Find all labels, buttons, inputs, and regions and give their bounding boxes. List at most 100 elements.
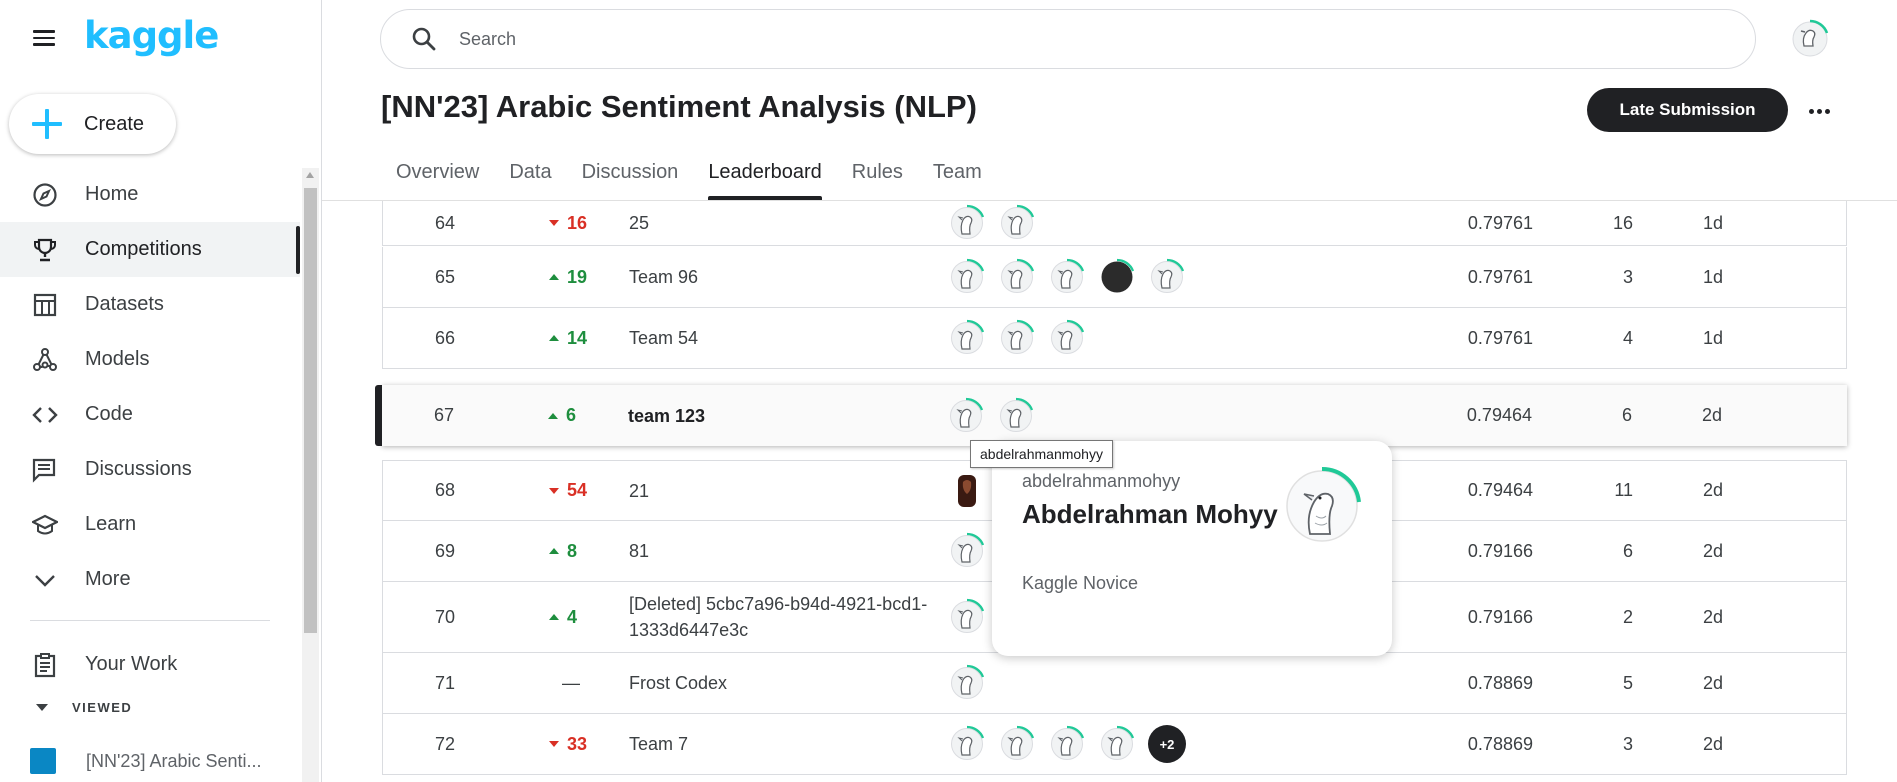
rank-change-value: 4 (567, 606, 578, 627)
team-member-avatar[interactable] (1098, 725, 1136, 763)
more-members-badge[interactable]: +2 (1148, 725, 1186, 763)
tab-data[interactable]: Data (494, 155, 566, 200)
sidebar: kaggle Create Home Competitions Datasets (0, 0, 322, 782)
tab-overview[interactable]: Overview (381, 155, 494, 200)
team-name-cell[interactable]: 21 (629, 461, 949, 520)
sidebar-item-competitions[interactable]: Competitions (0, 222, 300, 277)
sidebar-item-home[interactable]: Home (0, 167, 300, 222)
team-name-cell[interactable]: team 123 (628, 385, 948, 446)
rank-change-value: 19 (567, 266, 588, 287)
compass-icon (30, 180, 60, 210)
viewed-toggle[interactable]: VIEWED (30, 700, 132, 715)
kaggle-logo[interactable]: kaggle (84, 14, 219, 57)
team-member-avatar[interactable] (1048, 258, 1086, 296)
team-member-avatar[interactable] (948, 258, 986, 296)
team-member-avatar[interactable] (998, 258, 1036, 296)
table-row[interactable]: 66 14 Team 54 0.79761 4 1d (382, 308, 1847, 369)
team-member-avatar[interactable] (948, 598, 986, 636)
sidebar-item-models[interactable]: Models (0, 332, 300, 387)
sidebar-item-datasets[interactable]: Datasets (0, 277, 300, 332)
hovercard-avatar[interactable] (1282, 466, 1362, 546)
team-member-avatar[interactable] (998, 204, 1036, 242)
team-name-cell[interactable]: 25 (629, 201, 949, 245)
team-member-avatar[interactable] (998, 725, 1036, 763)
team-member-avatar[interactable] (948, 319, 986, 357)
team-name-cell[interactable]: 81 (629, 521, 949, 581)
team-member-avatar[interactable] (997, 397, 1035, 435)
rank-change-cell: 8 (543, 521, 613, 581)
more-options-icon[interactable] (1804, 96, 1834, 126)
team-member-avatar[interactable] (1148, 258, 1186, 296)
rank-change-cell: 54 (543, 461, 613, 520)
tab-discussion[interactable]: Discussion (567, 155, 694, 200)
team-member-avatar[interactable] (948, 472, 986, 510)
tab-rules[interactable]: Rules (837, 155, 918, 200)
tab-leaderboard[interactable]: Leaderboard (693, 155, 836, 200)
sidebar-item-code[interactable]: Code (0, 387, 300, 442)
score-cell: 0.78869 (1467, 733, 1533, 754)
scrollbar-thumb[interactable] (304, 188, 317, 633)
team-member-avatar[interactable] (1048, 725, 1086, 763)
search-bar[interactable]: Search (380, 9, 1756, 69)
sidebar-item-learn[interactable]: Learn (0, 497, 300, 552)
table-row[interactable]: 72 33 Team 7 +2 0.78869 3 2d (382, 714, 1847, 775)
score-cell: 0.78869 (1467, 672, 1533, 693)
page-title: [NN'23] Arabic Sentiment Analysis (NLP) (381, 89, 977, 124)
menu-icon[interactable] (30, 26, 58, 50)
create-label: Create (84, 112, 145, 135)
team-name-cell[interactable]: Team 96 (629, 247, 949, 307)
sidebar-item-more[interactable]: More (0, 552, 300, 607)
rank-cell: 70 (434, 606, 456, 627)
sidebar-item-your-work[interactable]: Your Work (0, 637, 300, 692)
team-member-avatar[interactable] (998, 319, 1036, 357)
table-row[interactable]: 64 16 25 0.79761 16 1d (382, 201, 1847, 246)
hovercard-display-name[interactable]: Abdelrahman Mohyy (1022, 499, 1278, 530)
team-name-cell[interactable]: Frost Codex (629, 653, 949, 713)
rank-cell: 69 (434, 540, 456, 561)
team-name-cell[interactable]: Team 7 (629, 714, 949, 774)
sidebar-item-discussions[interactable]: Discussions (0, 442, 300, 497)
search-input[interactable]: Search (459, 29, 516, 50)
rank-change-value: 8 (567, 540, 578, 561)
sidebar-item-label: Learn (85, 513, 137, 535)
graduation-cap-icon (30, 510, 60, 540)
hovercard-username[interactable]: abdelrahmanmohyy (1022, 471, 1180, 492)
rank-cell: 67 (433, 405, 455, 425)
sidebar-item-label: Code (85, 403, 133, 425)
entries-cell: 4 (1622, 327, 1633, 348)
team-member-avatar[interactable] (948, 664, 986, 702)
rank-cell: 66 (434, 327, 456, 348)
team-name-cell[interactable]: [Deleted] 5cbc7a96-b94d-4921-bcd1-1333d6… (629, 582, 934, 652)
plus-icon (30, 107, 64, 141)
team-members-cell (948, 247, 1348, 307)
team-member-avatar[interactable] (1048, 319, 1086, 357)
scroll-up-arrow-icon[interactable] (306, 172, 314, 178)
viewed-item[interactable]: [NN'23] Arabic Senti... (30, 748, 262, 774)
rank-cell: 71 (434, 672, 456, 693)
entries-cell: 11 (1614, 480, 1633, 500)
hovercard-tier: Kaggle Novice (1022, 573, 1139, 593)
table-row[interactable]: 65 19 Team 96 0.79761 3 1d (382, 247, 1847, 308)
team-members-cell: +2 (948, 714, 1348, 774)
models-icon (30, 345, 60, 375)
team-member-avatar[interactable] (947, 397, 985, 435)
team-members-cell (948, 201, 1348, 245)
team-member-avatar[interactable] (1098, 258, 1136, 296)
team-member-avatar[interactable] (948, 204, 986, 242)
tab-team[interactable]: Team (918, 155, 997, 200)
score-cell: 0.79761 (1467, 212, 1533, 233)
clipboard-icon (30, 650, 60, 680)
table-row[interactable]: 67 6 team 123 0.79464 6 2d (375, 385, 1847, 446)
team-name-cell[interactable]: Team 54 (629, 308, 949, 368)
rank-change-value: 14 (567, 327, 588, 348)
create-button[interactable]: Create (9, 94, 176, 154)
late-submission-button[interactable]: Late Submission (1587, 88, 1788, 132)
user-avatar[interactable] (1789, 18, 1831, 60)
team-member-avatar[interactable] (948, 725, 986, 763)
team-member-avatar[interactable] (948, 532, 986, 570)
arrow-up-icon (549, 614, 559, 620)
score-cell: 0.79464 (1466, 405, 1532, 425)
table-row[interactable]: 71 — Frost Codex 0.78869 5 2d (382, 653, 1847, 714)
team-members-cell (948, 653, 1348, 713)
sidebar-scrollbar[interactable] (302, 168, 319, 782)
